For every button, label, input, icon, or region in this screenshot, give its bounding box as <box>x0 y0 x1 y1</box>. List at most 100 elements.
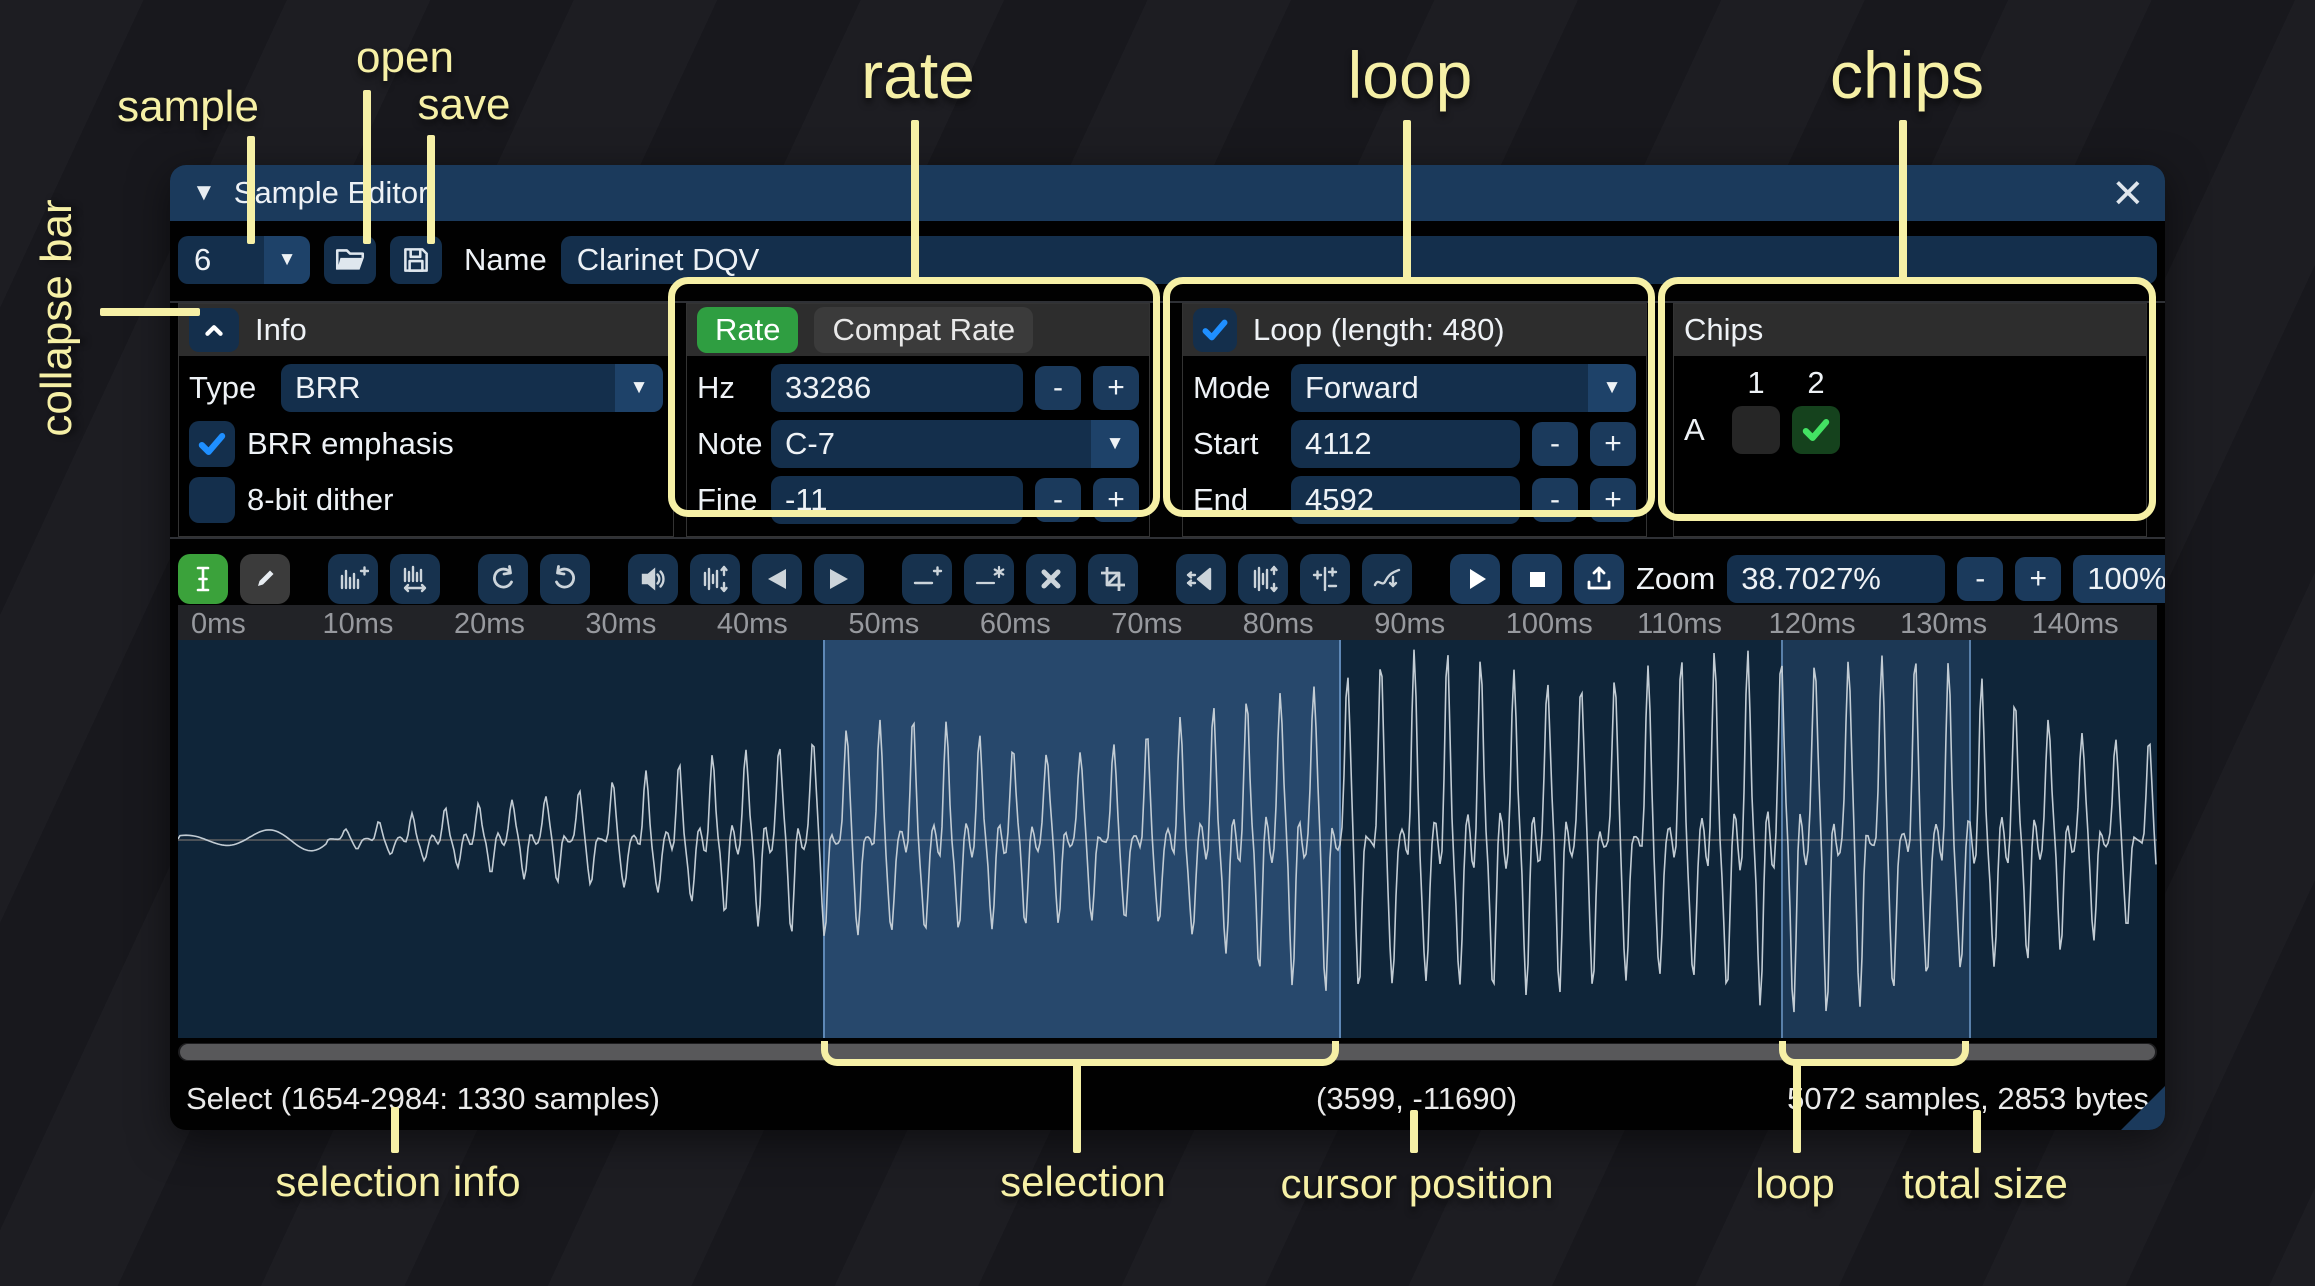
title-bar: ▼ Sample Editor × <box>170 165 2165 221</box>
play-button[interactable] <box>1450 554 1500 604</box>
note-dropdown[interactable]: C-7 ▼ <box>771 420 1139 468</box>
annotation-open: open <box>356 33 454 83</box>
select-tool-button[interactable] <box>178 554 228 604</box>
stretch-button[interactable] <box>390 554 440 604</box>
annotation-line <box>427 135 435 244</box>
loop-start-input[interactable]: 4112 <box>1291 420 1520 468</box>
note-label: Note <box>697 426 759 462</box>
fade-in-button[interactable] <box>752 554 802 604</box>
fade-in-icon <box>761 563 793 595</box>
invert-button[interactable] <box>1238 554 1288 604</box>
zoom-input[interactable]: 38.7027% <box>1727 555 1945 603</box>
fine-value: -11 <box>785 482 828 518</box>
waveform-plus-icon <box>337 563 369 595</box>
dither-label: 8-bit dither <box>247 482 393 518</box>
dither-checkbox[interactable] <box>189 477 235 523</box>
zoom-reset-button[interactable]: 100% <box>2073 555 2165 603</box>
zoom-controls: Zoom 38.7027% - + 100% <box>1636 555 2165 603</box>
edit-tool-button[interactable] <box>240 554 290 604</box>
panels-row: Info Type BRR ▼ BRR emphasis <box>170 303 2165 537</box>
annotation-total-size: total size <box>1902 1160 2068 1208</box>
zoom-out-button[interactable]: - <box>1957 557 2003 601</box>
undo-button[interactable] <box>478 554 528 604</box>
ruler-tick: 10ms <box>322 608 393 640</box>
fine-minus-button[interactable]: - <box>1035 478 1081 522</box>
loop-end-minus-button[interactable]: - <box>1532 478 1578 522</box>
type-value: BRR <box>281 364 615 412</box>
time-ruler[interactable]: 0ms10ms20ms30ms40ms50ms60ms70ms80ms90ms1… <box>178 605 2157 640</box>
hz-plus-button[interactable]: + <box>1093 366 1139 410</box>
window-collapse-icon[interactable]: ▼ <box>192 179 216 207</box>
hz-minus-button[interactable]: - <box>1035 366 1081 410</box>
loop-mode-dropdown[interactable]: Forward ▼ <box>1291 364 1636 412</box>
folder-open-icon <box>333 243 367 277</box>
trim-button[interactable] <box>1088 554 1138 604</box>
import-button[interactable] <box>1574 554 1624 604</box>
header-row: 6 ▼ Name Clarinet DQV <box>170 221 2165 289</box>
brr-emphasis-label: BRR emphasis <box>247 426 454 462</box>
insert-silence-button[interactable] <box>902 554 952 604</box>
chevron-down-icon: ▼ <box>264 236 310 284</box>
normalize-button[interactable] <box>690 554 740 604</box>
name-value: Clarinet DQV <box>577 242 760 278</box>
chip-2-checkbox[interactable] <box>1792 406 1840 454</box>
sample-index-dropdown[interactable]: 6 ▼ <box>178 236 310 284</box>
ruler-tick: 60ms <box>980 608 1051 640</box>
annotation-line <box>1073 1063 1081 1153</box>
signed-unsigned-button[interactable] <box>1300 554 1350 604</box>
annotation-selection-info: selection info <box>275 1158 520 1206</box>
ruler-tick: 30ms <box>585 608 656 640</box>
stop-button[interactable] <box>1512 554 1562 604</box>
type-dropdown[interactable]: BRR ▼ <box>281 364 663 412</box>
loop-end-plus-button[interactable]: + <box>1590 478 1636 522</box>
apply-silence-button[interactable] <box>964 554 1014 604</box>
rate-header: Rate Compat Rate <box>687 304 1149 356</box>
chip-row-label: A <box>1684 412 1720 448</box>
total-size-text: 5072 samples, 2853 bytes <box>1787 1081 2149 1117</box>
reverse-icon <box>1185 563 1217 595</box>
line-asterisk-icon <box>973 563 1005 595</box>
info-panel: Info Type BRR ▼ BRR emphasis <box>178 303 674 537</box>
reverse-button[interactable] <box>1176 554 1226 604</box>
loop-enable-checkbox[interactable] <box>1193 308 1237 352</box>
fine-plus-button[interactable]: + <box>1093 478 1139 522</box>
annotation-save: save <box>418 80 511 130</box>
pencil-icon <box>249 563 281 595</box>
import-upload-icon <box>1583 563 1615 595</box>
loop-end-input[interactable]: 4592 <box>1291 476 1520 524</box>
compat-rate-tab[interactable]: Compat Rate <box>814 307 1033 353</box>
waveform-view[interactable] <box>178 640 2157 1038</box>
filter-button[interactable] <box>1362 554 1412 604</box>
fine-input[interactable]: -11 <box>771 476 1023 524</box>
resample-button[interactable] <box>328 554 378 604</box>
floppy-save-icon <box>399 243 433 277</box>
sample-editor-window: ▼ Sample Editor × 6 ▼ <box>170 165 2165 1130</box>
loop-bracket <box>1779 1041 1969 1066</box>
loop-mode-value: Forward <box>1291 364 1588 412</box>
volume-button[interactable] <box>628 554 678 604</box>
loop-start-minus-button[interactable]: - <box>1532 422 1578 466</box>
zoom-label: Zoom <box>1636 561 1715 597</box>
redo-button[interactable] <box>540 554 590 604</box>
ruler-tick: 40ms <box>717 608 788 640</box>
chevron-up-icon <box>199 315 229 345</box>
fade-out-button[interactable] <box>814 554 864 604</box>
note-value: C-7 <box>771 420 1091 468</box>
hz-input[interactable]: 33286 <box>771 364 1023 412</box>
chips-header: Chips <box>1674 304 2146 356</box>
chip-column-1: 1 <box>1732 365 1780 401</box>
chevron-down-icon: ▼ <box>615 364 663 412</box>
close-icon[interactable]: × <box>2113 173 2143 213</box>
rate-tab[interactable]: Rate <box>697 307 798 353</box>
loop-header: Loop (length: 480) <box>1183 304 1646 356</box>
chips-panel: Chips 1 2 A <box>1673 303 2147 537</box>
annotation-cursor-position: cursor position <box>1280 1160 1553 1208</box>
brr-emphasis-checkbox[interactable] <box>189 421 235 467</box>
name-input[interactable]: Clarinet DQV <box>561 236 2157 284</box>
loop-start-plus-button[interactable]: + <box>1590 422 1636 466</box>
chip-1-checkbox[interactable] <box>1732 406 1780 454</box>
chips-title: Chips <box>1684 312 1763 348</box>
zoom-in-button[interactable]: + <box>2015 557 2061 601</box>
resize-grip[interactable] <box>2121 1086 2165 1130</box>
delete-button[interactable] <box>1026 554 1076 604</box>
